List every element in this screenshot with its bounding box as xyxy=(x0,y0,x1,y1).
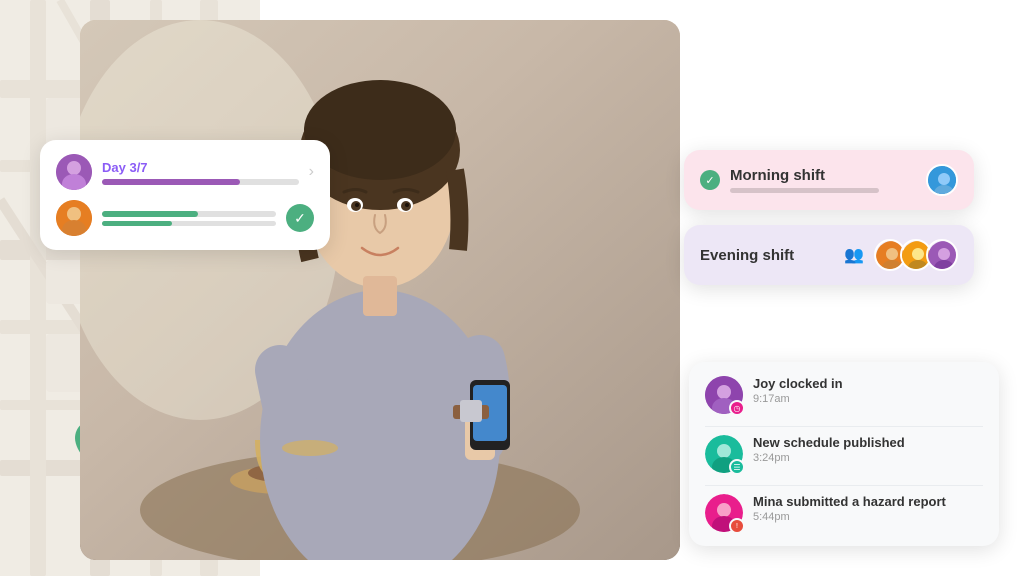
morning-shift-title: Morning shift xyxy=(730,167,916,184)
activity-item-2: ☰ New schedule published 3:24pm xyxy=(705,435,983,473)
check-icon: ✓ xyxy=(294,210,306,227)
morning-shift-avatars xyxy=(926,164,958,196)
evening-avatar-3 xyxy=(926,239,958,271)
morning-checkmark: ✓ xyxy=(705,174,714,187)
task-row-2: ✓ xyxy=(56,200,314,236)
task-info-2 xyxy=(102,211,276,226)
activity-badge-1: ◷ xyxy=(729,400,745,416)
task-bar-green-main xyxy=(102,211,276,217)
alert-icon: ! xyxy=(736,523,738,530)
activity-text-2: New schedule published 3:24pm xyxy=(753,435,983,464)
hero-photo xyxy=(80,20,680,560)
calendar-icon: ☰ xyxy=(733,463,740,472)
activity-title-1: Joy clocked in xyxy=(753,376,983,391)
activity-item-3: ! Mina submitted a hazard report 5:44pm xyxy=(705,494,983,532)
activity-avatar-wrap-3: ! xyxy=(705,494,743,532)
chevron-icon: › xyxy=(309,163,314,181)
task-avatar-2 xyxy=(56,200,92,236)
evening-shift-card: Evening shift 👥 xyxy=(684,225,974,285)
evening-shift-avatars xyxy=(874,239,958,271)
activity-badge-2: ☰ xyxy=(729,459,745,475)
team-icon: 👥 xyxy=(844,245,864,265)
divider-2 xyxy=(705,485,983,486)
activity-time-1: 9:17am xyxy=(753,393,983,405)
divider-1 xyxy=(705,426,983,427)
task-progress-bar xyxy=(102,179,299,185)
morning-check-icon: ✓ xyxy=(700,170,720,190)
task-avatar-1 xyxy=(56,154,92,190)
task-bar-small xyxy=(102,221,276,226)
activity-title-2: New schedule published xyxy=(753,435,983,450)
task-bar-green-fill xyxy=(102,211,198,217)
task-info-1: Day 3/7 xyxy=(102,160,299,185)
evening-shift-row: Evening shift 👥 xyxy=(700,239,958,271)
activity-time-3: 5:44pm xyxy=(753,511,983,523)
activity-avatar-wrap-2: ☰ xyxy=(705,435,743,473)
hero-illustration xyxy=(80,20,680,560)
task-widget-card: Day 3/7 › ✓ xyxy=(40,140,330,250)
activity-item-1: ◷ Joy clocked in 9:17am xyxy=(705,376,983,414)
activity-badge-3: ! xyxy=(729,518,745,534)
task-row-1: Day 3/7 › xyxy=(56,154,314,190)
activity-avatar-wrap-1: ◷ xyxy=(705,376,743,414)
activity-feed-card: ◷ Joy clocked in 9:17am ☰ New schedule p… xyxy=(689,362,999,546)
activity-time-2: 3:24pm xyxy=(753,452,983,464)
evening-shift-title: Evening shift xyxy=(700,247,834,264)
task-check-circle: ✓ xyxy=(286,204,314,232)
activity-text-3: Mina submitted a hazard report 5:44pm xyxy=(753,494,983,523)
morning-avatar-1 xyxy=(926,164,958,196)
task-progress-fill xyxy=(102,179,240,185)
morning-shift-bar xyxy=(730,188,879,193)
morning-shift-row: ✓ Morning shift xyxy=(700,164,958,196)
morning-shift-title-wrap: Morning shift xyxy=(730,167,916,193)
evening-shift-title-wrap: Evening shift 👥 xyxy=(700,245,864,265)
task-day-label: Day 3/7 xyxy=(102,160,299,175)
activity-title-3: Mina submitted a hazard report xyxy=(753,494,983,509)
activity-text-1: Joy clocked in 9:17am xyxy=(753,376,983,405)
clock-icon: ◷ xyxy=(734,404,741,413)
task-bar-small-fill xyxy=(102,221,172,226)
morning-shift-card: ✓ Morning shift xyxy=(684,150,974,210)
